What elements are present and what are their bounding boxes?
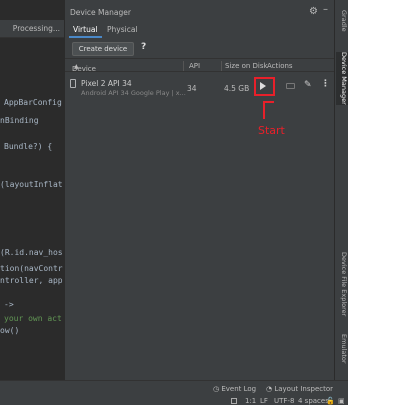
layout-inspector-label: Layout Inspector xyxy=(274,385,334,393)
column-actions: Actions xyxy=(267,62,293,70)
event-log-label: Event Log xyxy=(221,385,257,393)
start-annotation: Start xyxy=(258,124,285,137)
code-line: ntroller, app xyxy=(0,276,63,285)
file-encoding[interactable]: UTF-8 xyxy=(274,397,294,405)
lock-icon[interactable]: 🔓 xyxy=(326,397,335,405)
tab-virtual[interactable]: Virtual xyxy=(69,22,102,38)
create-device-button[interactable]: Create device xyxy=(72,42,134,56)
device-manager-panel: Device Manager ⚙ – Virtual Physical Crea… xyxy=(64,0,335,390)
device-api: 34 xyxy=(187,84,197,93)
right-tool-strip: Gradle Device Manager Device File Explor… xyxy=(334,0,348,390)
device-row[interactable]: Pixel 2 API 34 Android API 34 Google Pla… xyxy=(65,73,335,103)
cursor-position[interactable]: 1:1 xyxy=(245,397,256,405)
status-bar: ◷ Event Log ◔ Layout Inspector 1:1 LF UT… xyxy=(0,380,348,405)
panel-title: Device Manager xyxy=(70,8,131,17)
code-line: (layoutInflat xyxy=(0,180,63,189)
play-icon xyxy=(260,82,266,90)
processing-status: Processing... xyxy=(12,24,60,33)
device-table-header: Device ▲ API Size on Disk Actions xyxy=(65,58,335,73)
tab-device-manager[interactable]: Device Manager xyxy=(336,52,348,105)
phone-icon xyxy=(70,79,76,88)
device-description: Android API 34 Google Play | x... xyxy=(81,89,186,97)
tab-physical-label: Physical xyxy=(107,25,138,34)
more-options-icon[interactable]: ⋮ xyxy=(321,79,330,89)
layout-inspector-icon: ◔ xyxy=(266,385,273,393)
code-line: AppBarConfig xyxy=(4,98,62,107)
help-icon[interactable]: ? xyxy=(141,42,146,52)
code-editor[interactable]: Processing... AppBarConfig nBinding Bundle… xyxy=(0,0,64,390)
status-indicator-icon[interactable] xyxy=(231,398,237,404)
pencil-icon[interactable]: ✎ xyxy=(304,80,312,90)
code-line: -> xyxy=(4,300,14,309)
layout-inspector-button[interactable]: ◔ Layout Inspector xyxy=(266,385,333,393)
device-size: 4.5 GB xyxy=(224,84,250,93)
event-log-button[interactable]: ◷ Event Log xyxy=(213,385,256,393)
line-separator[interactable]: LF xyxy=(260,397,268,405)
tab-virtual-label: Virtual xyxy=(73,25,98,34)
code-line: tion(navContr xyxy=(0,264,63,273)
tab-device-file-explorer[interactable]: Device File Explorer xyxy=(336,252,348,316)
editor-tabbar: Processing... xyxy=(0,20,64,38)
launch-button[interactable] xyxy=(254,77,275,96)
annotation-connector xyxy=(263,101,265,119)
code-line: nBinding xyxy=(0,116,39,125)
column-device[interactable]: Device ▲ xyxy=(72,62,96,73)
code-line: Bundle?) { xyxy=(4,142,53,151)
device-name: Pixel 2 API 34 xyxy=(81,79,132,88)
notification-icon[interactable]: ▣ xyxy=(338,397,345,405)
indent-setting[interactable]: 4 spaces xyxy=(298,397,329,405)
gear-icon[interactable]: ⚙ xyxy=(309,6,318,17)
tab-physical[interactable]: Physical xyxy=(103,22,142,38)
code-line: ow() xyxy=(0,326,20,335)
folder-icon[interactable] xyxy=(286,83,295,89)
tab-gradle[interactable]: Gradle xyxy=(336,10,348,32)
column-divider xyxy=(183,61,184,71)
code-line: (R.id.nav_hos xyxy=(0,248,63,257)
code-line: your own act xyxy=(4,314,62,323)
column-device-label: Device xyxy=(72,65,96,73)
column-size[interactable]: Size on Disk xyxy=(225,62,268,70)
minimize-icon[interactable]: – xyxy=(323,4,328,15)
event-log-icon: ◷ xyxy=(213,385,220,393)
column-api[interactable]: API xyxy=(189,62,200,70)
column-divider xyxy=(221,61,222,71)
tab-emulator[interactable]: Emulator xyxy=(336,334,348,364)
